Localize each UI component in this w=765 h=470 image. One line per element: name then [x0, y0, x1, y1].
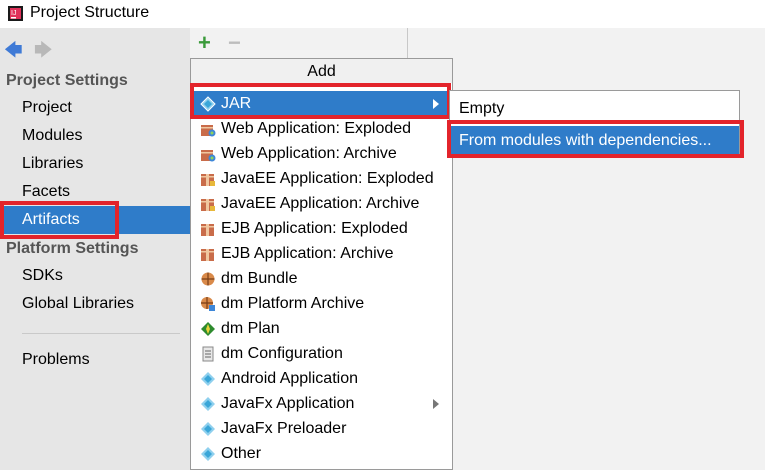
- add-menu-header: Add: [191, 59, 452, 83]
- platform-settings-heading: Platform Settings: [6, 240, 139, 257]
- submenu-arrow-icon: [433, 399, 439, 409]
- intellij-icon: IJ: [8, 6, 23, 21]
- menu-item-jar[interactable]: JAR: [191, 91, 452, 116]
- menu-item-dm-platform-archive[interactable]: dm Platform Archive: [191, 291, 452, 316]
- menu-item-label: EJB Application: Exploded: [221, 220, 408, 237]
- sidebar-item-label: Artifacts: [22, 211, 80, 228]
- menu-item-label: JAR: [221, 95, 252, 112]
- menu-item-android-application[interactable]: Android Application: [191, 366, 452, 391]
- other-icon: [201, 447, 215, 461]
- forward-arrow-icon[interactable]: 🡆: [34, 38, 53, 68]
- submenu-item-from-modules[interactable]: From modules with dependencies...: [450, 126, 739, 155]
- ejb-icon: [201, 249, 214, 261]
- ejb-icon: [201, 224, 214, 236]
- sidebar-item-modules[interactable]: Modules: [0, 122, 190, 150]
- sidebar-item-project[interactable]: Project: [0, 94, 190, 122]
- jar-submenu: Empty From modules with dependencies...: [449, 90, 740, 156]
- menu-item-web-app-archive[interactable]: Web Application: Archive: [191, 141, 452, 166]
- sidebar-item-global-libraries[interactable]: Global Libraries: [0, 290, 190, 318]
- sidebar-item-label: Global Libraries: [22, 295, 135, 312]
- sidebar-item-facets[interactable]: Facets: [0, 178, 190, 206]
- menu-item-label: dm Plan: [221, 320, 280, 337]
- menu-item-dm-bundle[interactable]: dm Bundle: [191, 266, 452, 291]
- sidebar-item-label: Facets: [22, 183, 71, 200]
- menu-item-label: dm Configuration: [221, 345, 343, 362]
- dm-config-icon: [202, 346, 214, 362]
- menu-item-dm-configuration[interactable]: dm Configuration: [191, 341, 452, 366]
- back-arrow-icon[interactable]: 🡄: [4, 38, 23, 68]
- menu-item-label: Android Application: [221, 370, 358, 387]
- web-app-icon: [201, 125, 216, 137]
- title-bar: IJ Project Structure: [0, 0, 765, 28]
- menu-item-javaee-archive[interactable]: JavaEE Application: Archive: [191, 191, 452, 216]
- plus-icon[interactable]: +: [198, 30, 211, 56]
- menu-item-ejb-exploded[interactable]: EJB Application: Exploded: [191, 216, 452, 241]
- web-app-icon: [201, 150, 216, 162]
- menu-item-label: Web Application: Exploded: [221, 120, 412, 137]
- sidebar-item-label: SDKs: [22, 267, 63, 284]
- menu-item-label: Web Application: Archive: [221, 145, 397, 162]
- submenu-item-label: From modules with dependencies...: [459, 132, 712, 149]
- sidebar-item-sdks[interactable]: SDKs: [0, 262, 190, 290]
- javaee-icon: [201, 174, 215, 186]
- add-menu: Add JAR Web Application: Exploded Web Ap…: [190, 58, 453, 470]
- window-title: Project Structure: [30, 4, 150, 21]
- dm-plan-icon: [201, 322, 215, 336]
- jar-icon: [200, 96, 216, 112]
- sidebar-item-label: Problems: [22, 351, 90, 368]
- sidebar-item-label: Modules: [22, 127, 83, 144]
- menu-item-javaee-exploded[interactable]: JavaEE Application: Exploded: [191, 166, 452, 191]
- menu-item-other[interactable]: Other: [191, 441, 452, 466]
- sidebar-divider: [22, 333, 180, 334]
- svg-text:IJ: IJ: [11, 10, 16, 17]
- javaee-icon: [201, 199, 215, 211]
- sidebar: 🡄 🡆 Project Settings Project Modules Lib…: [0, 28, 190, 470]
- project-settings-heading: Project Settings: [6, 72, 128, 89]
- menu-item-dm-plan[interactable]: dm Plan: [191, 316, 452, 341]
- submenu-item-label: Empty: [459, 100, 505, 117]
- sidebar-item-problems[interactable]: Problems: [0, 346, 190, 374]
- sidebar-item-libraries[interactable]: Libraries: [0, 150, 190, 178]
- menu-item-label: dm Bundle: [221, 270, 298, 287]
- menu-item-label: Other: [221, 445, 262, 462]
- menu-item-javafx-preloader[interactable]: JavaFx Preloader: [191, 416, 452, 441]
- submenu-arrow-icon: [433, 99, 439, 109]
- dm-bundle-icon: [201, 272, 215, 286]
- menu-item-ejb-archive[interactable]: EJB Application: Archive: [191, 241, 452, 266]
- toolbar-divider: [407, 28, 408, 58]
- sidebar-item-label: Project: [22, 99, 72, 116]
- menu-item-label: JavaFx Preloader: [221, 420, 347, 437]
- javafx-icon: [201, 422, 215, 436]
- artifacts-toolbar: + −: [190, 28, 408, 58]
- menu-item-label: EJB Application: Archive: [221, 245, 394, 262]
- menu-item-label: JavaFx Application: [221, 395, 355, 412]
- menu-item-javafx-application[interactable]: JavaFx Application: [191, 391, 452, 416]
- android-icon: [201, 372, 215, 386]
- minus-icon[interactable]: −: [228, 30, 241, 56]
- menu-item-label: JavaEE Application: Archive: [221, 195, 420, 212]
- javafx-icon: [201, 397, 215, 411]
- menu-item-web-app-exploded[interactable]: Web Application: Exploded: [191, 116, 452, 141]
- dm-platform-icon: [201, 297, 215, 311]
- submenu-item-empty[interactable]: Empty: [450, 94, 739, 123]
- sidebar-item-artifacts[interactable]: Artifacts: [0, 206, 190, 234]
- menu-item-label: dm Platform Archive: [221, 295, 365, 312]
- menu-item-label: JavaEE Application: Exploded: [221, 170, 434, 187]
- sidebar-item-label: Libraries: [22, 155, 84, 172]
